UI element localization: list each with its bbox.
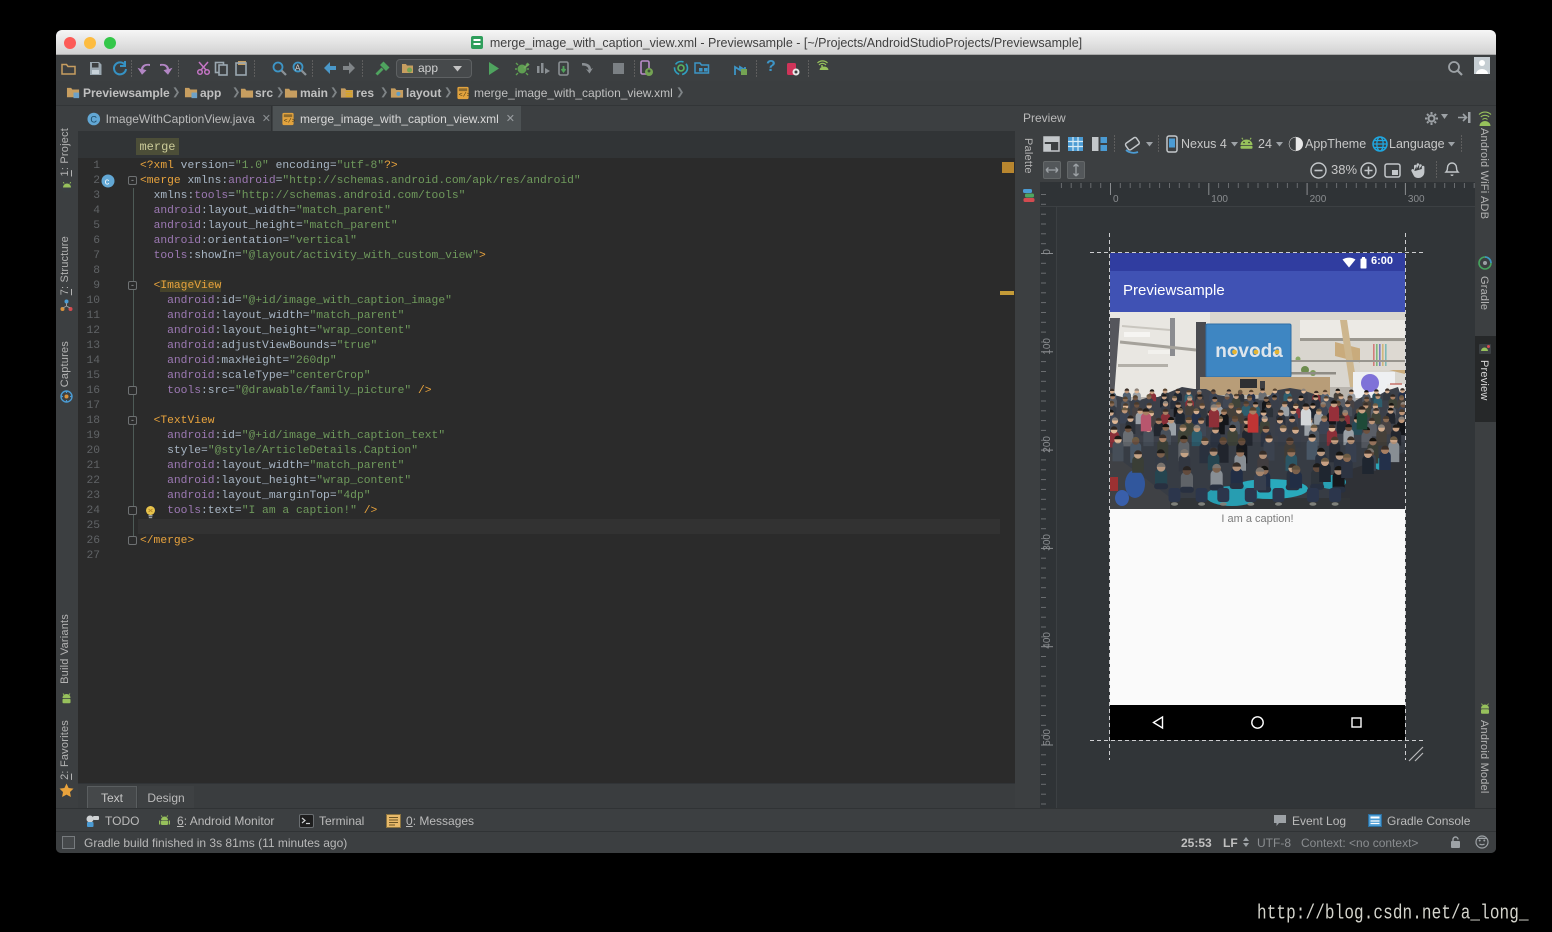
svg-text:C: C xyxy=(90,114,97,124)
svg-text:A: A xyxy=(295,64,301,73)
svg-text:</>: </> xyxy=(284,117,295,124)
svg-text:</>: </> xyxy=(459,92,470,99)
svg-text:300: 300 xyxy=(1408,194,1425,205)
svg-text:novoda: novoda xyxy=(1215,341,1283,362)
svg-text:0: 0 xyxy=(1113,194,1119,205)
svg-text:c: c xyxy=(105,177,110,187)
svg-text:200: 200 xyxy=(1310,194,1327,205)
svg-text:100: 100 xyxy=(1211,194,1228,205)
